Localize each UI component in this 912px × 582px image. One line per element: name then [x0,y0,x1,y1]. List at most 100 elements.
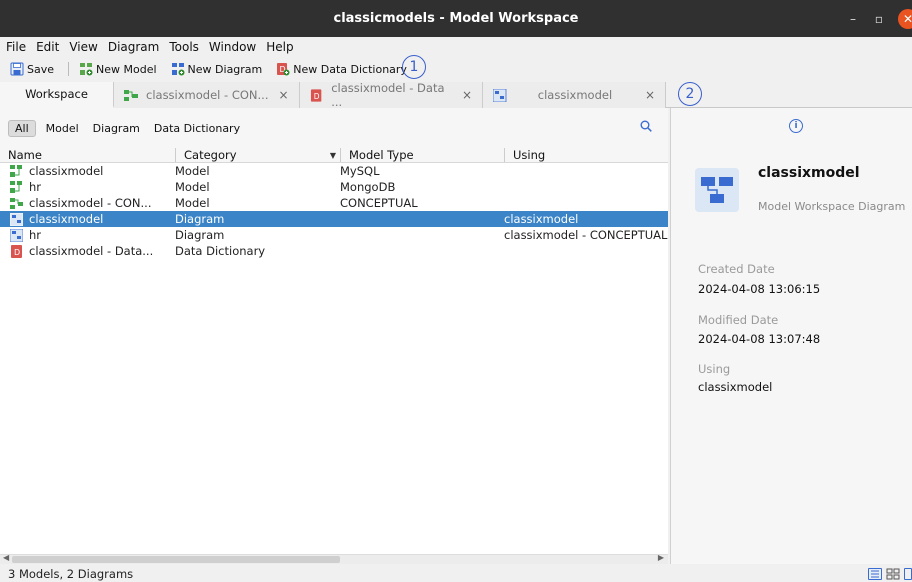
new-diagram-button[interactable]: New Diagram [171,62,263,76]
table-row[interactable]: hr Diagram classixmodel - CONCEPTUAL [0,227,668,243]
tab-conceptual[interactable]: classixmodel - CON... × [114,82,300,108]
scroll-right-icon[interactable]: ▶ [658,553,664,562]
filter-model[interactable]: Model [46,122,79,135]
filter-bar: All Model Diagram Data Dictionary [0,108,668,148]
window-controls: – ▫ ✕ [840,0,912,37]
new-data-dictionary-label: New Data Dictionary [293,62,407,76]
data-dictionary-icon: D [11,244,22,258]
row-category: Diagram [175,212,225,226]
row-model-type [340,243,504,259]
row-name: hr [29,228,42,242]
filter-data-dictionary[interactable]: Data Dictionary [154,122,240,135]
menu-diagram[interactable]: Diagram [108,40,160,54]
row-using [504,195,668,211]
new-diagram-label: New Diagram [187,62,263,76]
list-view-icon[interactable] [868,568,882,580]
close-icon[interactable]: × [278,88,288,102]
column-header-name[interactable]: Name [0,148,175,162]
column-header-using[interactable]: Using [504,148,668,162]
row-category: Diagram [175,228,225,242]
new-data-dictionary-button[interactable]: D New Data Dictionary [276,62,407,76]
view-toggle [868,568,912,580]
details-title: classixmodel [758,165,860,181]
row-category: Model [175,164,210,178]
table-row[interactable]: classixmodel - CON... Model CONCEPTUAL [0,195,668,211]
table-row[interactable]: classixmodel Model MySQL [0,163,668,179]
row-model-type: MySQL [340,164,380,178]
title-bar: classicmodels - Model Workspace – ▫ ✕ [0,0,912,37]
tab-diagram[interactable]: classixmodel × [483,82,666,108]
sort-desc-icon: ▼ [329,151,336,160]
minimize-button[interactable]: – [840,0,866,37]
row-model-type: MongoDB [340,180,396,194]
horizontal-scrollbar[interactable]: ◀ ▶ [0,553,668,564]
diagram-icon [10,212,23,226]
tab-data-dictionary[interactable]: D classixmodel - Data ... × [300,81,483,109]
tab-label: classixmodel - CON... [146,88,269,102]
row-category: Model [175,196,210,210]
model-icon [10,180,22,193]
model-icon [10,164,22,177]
table-row-selected[interactable]: classixmodel Diagram classixmodel [0,211,668,227]
menu-view[interactable]: View [69,40,97,54]
data-dictionary-icon: D [310,88,322,102]
menu-help[interactable]: Help [266,40,293,54]
diagram-icon [695,168,739,212]
modified-date-label: Modified Date [698,313,779,327]
close-icon[interactable]: × [645,88,655,102]
table-header: Name Category ▼ Model Type Using [0,148,668,163]
tab-workspace[interactable]: Workspace [0,82,114,108]
svg-text:D: D [314,91,320,100]
table-row[interactable]: D classixmodel - Data... Data Dictionary [0,243,668,259]
row-name: classixmodel - CON... [29,196,152,210]
column-header-model-type[interactable]: Model Type [340,148,504,162]
row-model-type: CONCEPTUAL [340,196,418,210]
workspace-panel: All Model Diagram Data Dictionary Name C… [0,108,668,564]
new-model-icon [80,63,93,76]
row-using [504,163,668,179]
row-using: classixmodel [504,212,579,226]
tab-label: classixmodel [537,88,613,102]
detail-view-icon[interactable] [904,568,912,580]
menu-tools[interactable]: Tools [169,40,199,54]
filter-diagram[interactable]: Diagram [93,122,140,135]
callout-1: 1 [402,55,426,79]
svg-text:D: D [14,248,20,257]
row-model-type [340,227,504,243]
using-label: Using [698,362,731,376]
new-model-label: New Model [96,62,157,76]
info-icon[interactable]: i [789,119,803,133]
save-label: Save [27,62,55,76]
toolbar: Save New Model New Diagram D New Data Di… [0,58,912,80]
row-name: classixmodel - Data... [29,244,154,258]
row-category: Model [175,180,210,194]
maximize-button[interactable]: ▫ [866,0,892,37]
scroll-left-icon[interactable]: ◀ [3,553,9,562]
column-header-category[interactable]: Category ▼ [175,148,340,162]
editor-tabs: Workspace classixmodel - CON... × D clas… [0,81,912,109]
menu-file[interactable]: File [6,40,26,54]
conceptual-model-icon [124,89,138,101]
close-button[interactable]: ✕ [898,8,912,29]
close-icon[interactable]: × [462,88,472,102]
row-name: hr [29,180,42,194]
row-using [504,179,668,195]
menu-window[interactable]: Window [209,40,256,54]
created-date-value: 2024-04-08 13:06:15 [698,282,821,296]
grid-view-icon[interactable] [886,568,900,580]
table-row[interactable]: hr Model MongoDB [0,179,668,195]
diagram-icon [10,228,23,242]
new-model-button[interactable]: New Model [79,62,157,76]
filter-all[interactable]: All [8,119,36,137]
row-category: Data Dictionary [175,244,266,258]
save-button[interactable]: Save [10,62,54,76]
row-name: classixmodel [29,212,104,226]
search-icon[interactable] [640,120,652,132]
menu-edit[interactable]: Edit [36,40,59,54]
details-panel: i classixmodel Model Workspace Diagram C… [670,108,912,564]
menu-bar: File Edit View Diagram Tools Window Help [0,37,912,57]
save-icon [10,62,24,76]
scrollbar-thumb[interactable] [12,556,340,563]
row-using: classixmodel - CONCEPTUAL [504,228,668,242]
new-diagram-icon [171,63,185,76]
